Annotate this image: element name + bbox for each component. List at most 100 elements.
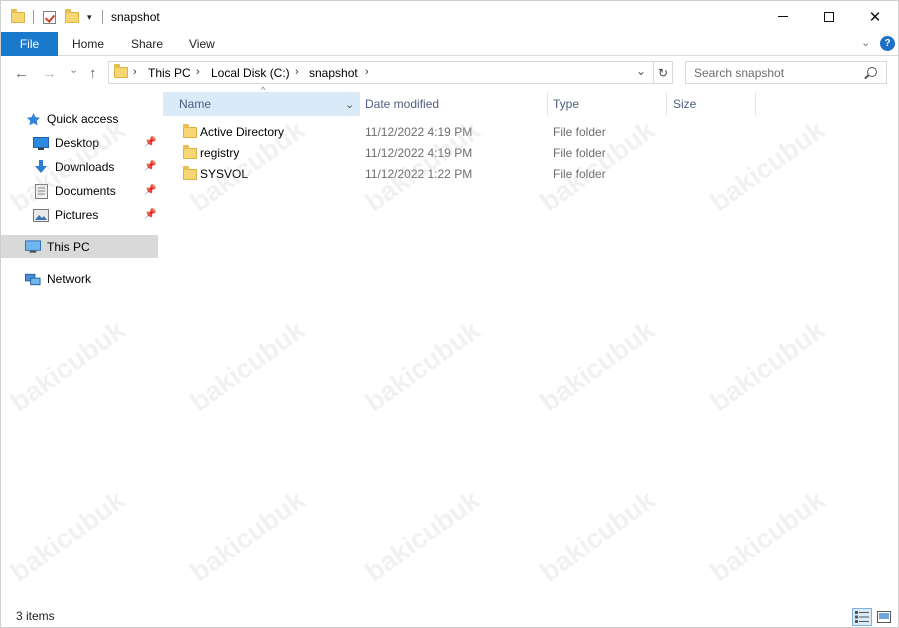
forward-button[interactable]: → bbox=[42, 65, 57, 82]
sidebar-item-label: Documents bbox=[55, 184, 116, 198]
ribbon-tabs: File Home Share View ⌄ ? bbox=[1, 32, 898, 56]
sidebar-item-pictures[interactable]: Pictures bbox=[33, 204, 98, 226]
folder-icon bbox=[183, 166, 197, 180]
back-button[interactable]: ← bbox=[14, 65, 29, 82]
refresh-icon: ↻ bbox=[657, 65, 669, 80]
large-icons-view-icon bbox=[877, 611, 891, 623]
downloads-icon bbox=[33, 159, 49, 174]
sidebar-item-label: This PC bbox=[47, 240, 90, 254]
watermark: bakicubuk bbox=[359, 484, 486, 588]
maximize-button[interactable] bbox=[806, 1, 852, 32]
folder-icon bbox=[183, 124, 197, 138]
search-input[interactable]: Search snapshot bbox=[694, 66, 784, 80]
status-bar: 3 items bbox=[1, 605, 898, 627]
watermark: bakicubuk bbox=[704, 484, 831, 588]
up-button[interactable]: ↑ bbox=[89, 65, 97, 82]
watermark: bakicubuk bbox=[704, 314, 831, 418]
new-folder-icon[interactable] bbox=[65, 8, 79, 26]
sidebar-item-label: Network bbox=[47, 272, 92, 286]
crumb-separator[interactable]: › bbox=[365, 66, 369, 78]
sidebar-item-documents[interactable]: Documents bbox=[33, 180, 116, 202]
documents-icon bbox=[33, 183, 49, 199]
customize-toolbar-dropdown[interactable]: ▾ bbox=[87, 8, 92, 26]
column-label: Size bbox=[673, 97, 697, 111]
refresh-button[interactable]: ↻ bbox=[653, 61, 673, 84]
file-date: 11/12/2022 1:22 PM bbox=[365, 167, 473, 181]
large-icons-view-button[interactable] bbox=[874, 608, 894, 626]
file-type: File folder bbox=[553, 146, 606, 160]
file-name: Active Directory bbox=[200, 125, 285, 139]
computer-icon bbox=[25, 240, 41, 254]
watermark: bakicubuk bbox=[184, 314, 311, 418]
desktop-icon bbox=[33, 136, 49, 150]
watermark: bakicubuk bbox=[704, 114, 831, 218]
address-dropdown[interactable]: ⌄ bbox=[636, 64, 646, 78]
pin-icon[interactable]: 📌 bbox=[144, 185, 156, 196]
sidebar-item-downloads[interactable]: Downloads bbox=[33, 156, 114, 178]
pin-icon[interactable]: 📌 bbox=[144, 137, 156, 148]
maximize-icon bbox=[824, 11, 834, 22]
breadcrumb-this-pc[interactable]: This PC bbox=[148, 66, 191, 80]
pin-icon[interactable]: 📌 bbox=[144, 161, 156, 172]
watermark: bakicubuk bbox=[184, 484, 311, 588]
pin-icon[interactable]: 📌 bbox=[144, 209, 156, 220]
watermark: bakicubuk bbox=[534, 484, 661, 588]
column-header-date[interactable]: Date modified bbox=[365, 92, 545, 116]
file-type: File folder bbox=[553, 167, 606, 181]
column-label: Type bbox=[553, 97, 580, 111]
sidebar-item-label: Pictures bbox=[55, 208, 99, 222]
tab-home[interactable]: Home bbox=[72, 37, 104, 51]
pictures-icon bbox=[33, 208, 49, 222]
column-divider[interactable] bbox=[755, 92, 756, 116]
help-icon[interactable]: ? bbox=[880, 36, 895, 51]
title-separator bbox=[102, 8, 103, 26]
expand-ribbon-icon[interactable]: ⌄ bbox=[861, 36, 870, 49]
minimize-icon bbox=[778, 16, 788, 17]
address-bar[interactable]: › This PC › Local Disk (C:) › snapshot ›… bbox=[108, 61, 654, 84]
file-name: registry bbox=[200, 146, 240, 160]
star-icon bbox=[25, 112, 41, 126]
window-folder-icon bbox=[11, 8, 25, 26]
crumb-separator[interactable]: › bbox=[196, 66, 200, 78]
sidebar-item-label: Quick access bbox=[47, 112, 119, 126]
breadcrumb-snapshot[interactable]: snapshot bbox=[309, 66, 358, 80]
column-header-size[interactable]: Size bbox=[673, 92, 753, 116]
tab-share[interactable]: Share bbox=[131, 37, 163, 51]
sidebar-item-desktop[interactable]: Desktop bbox=[33, 132, 99, 154]
file-date: 11/12/2022 4:19 PM bbox=[365, 146, 473, 160]
sidebar-item-label: Downloads bbox=[55, 160, 115, 174]
details-view-button[interactable] bbox=[852, 608, 872, 626]
title-bar: ▾ snapshot ✕ bbox=[1, 1, 898, 32]
file-row[interactable]: SYSVOL 11/12/2022 1:22 PM File folder bbox=[163, 164, 663, 185]
search-icon bbox=[867, 67, 877, 77]
tab-view[interactable]: View bbox=[189, 37, 215, 51]
file-type: File folder bbox=[553, 125, 606, 139]
column-name-dropdown[interactable]: ⌄ bbox=[345, 92, 357, 116]
column-divider[interactable] bbox=[666, 92, 667, 116]
search-box[interactable]: Search snapshot bbox=[685, 61, 887, 84]
sidebar-item-this-pc[interactable]: This PC bbox=[25, 236, 90, 258]
column-header-type[interactable]: Type bbox=[553, 92, 663, 116]
column-divider[interactable] bbox=[547, 92, 548, 116]
column-divider[interactable] bbox=[359, 92, 360, 116]
file-name: SYSVOL bbox=[200, 167, 249, 181]
minimize-button[interactable] bbox=[760, 1, 806, 32]
address-folder-icon bbox=[114, 64, 128, 78]
sidebar-item-quick-access[interactable]: Quick access bbox=[25, 108, 118, 130]
network-icon bbox=[25, 272, 41, 286]
column-header-name[interactable]: Name bbox=[163, 92, 359, 116]
file-row[interactable]: Active Directory 11/12/2022 4:19 PM File… bbox=[163, 122, 663, 143]
properties-check-icon[interactable] bbox=[43, 8, 56, 26]
tab-file[interactable]: File bbox=[1, 32, 58, 56]
close-icon: ✕ bbox=[868, 8, 882, 26]
window-title: snapshot bbox=[111, 10, 160, 24]
recent-locations-dropdown[interactable]: ⌄ bbox=[69, 63, 78, 76]
breadcrumb-local-disk[interactable]: Local Disk (C:) bbox=[211, 66, 290, 80]
folder-icon bbox=[183, 145, 197, 159]
crumb-separator[interactable]: › bbox=[133, 66, 137, 78]
watermark: bakicubuk bbox=[359, 314, 486, 418]
file-row[interactable]: registry 11/12/2022 4:19 PM File folder bbox=[163, 143, 663, 164]
sidebar-item-network[interactable]: Network bbox=[25, 268, 91, 290]
close-button[interactable]: ✕ bbox=[852, 1, 898, 32]
crumb-separator[interactable]: › bbox=[295, 66, 299, 78]
